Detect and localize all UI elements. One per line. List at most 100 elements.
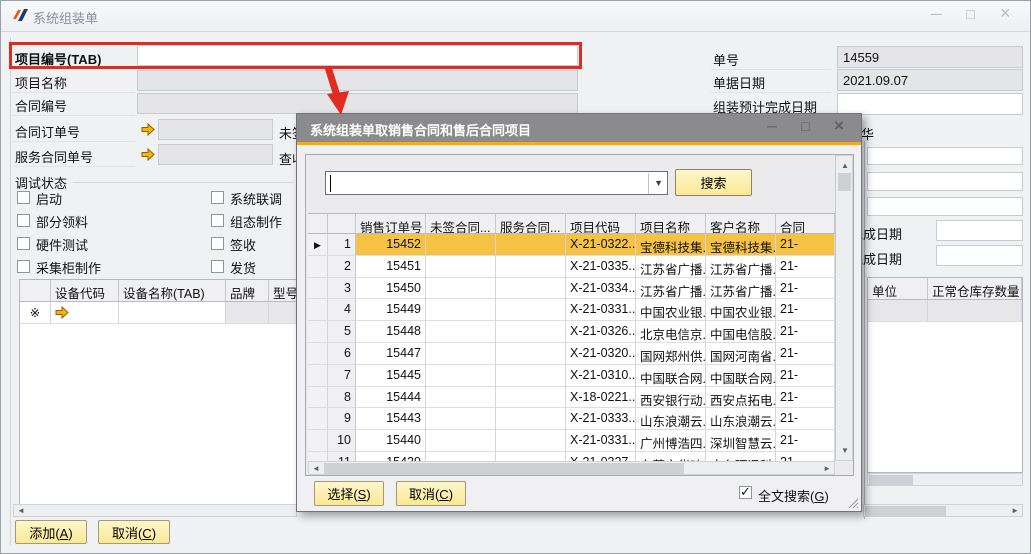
close-icon[interactable]: × — [1000, 3, 1011, 24]
add-button[interactable]: 添加(A) — [15, 520, 87, 544]
scrollbar-thumb[interactable] — [324, 463, 684, 474]
row-selector-cell[interactable] — [308, 278, 328, 300]
results-grid-cell[interactable]: 广州博浩四... — [636, 430, 706, 452]
status-checkbox[interactable] — [211, 260, 224, 273]
results-grid-cell[interactable]: 西安银行动... — [636, 387, 706, 409]
results-grid-cell[interactable]: 5 — [328, 321, 356, 343]
results-grid-cell[interactable] — [496, 365, 566, 387]
scrollbar-thumb[interactable] — [865, 506, 946, 516]
results-grid-cell[interactable]: 21- — [776, 430, 835, 452]
results-grid-cell[interactable] — [496, 387, 566, 409]
row-selector-cell[interactable] — [308, 387, 328, 409]
scroll-up-icon[interactable]: ▲ — [841, 160, 849, 172]
results-grid-cell[interactable]: 21- — [776, 343, 835, 365]
results-grid-cell[interactable]: 中国联合网... — [706, 365, 776, 387]
results-grid-cell[interactable]: 北京电信京... — [636, 321, 706, 343]
results-grid-cell[interactable] — [426, 408, 496, 430]
right-field-3[interactable] — [867, 197, 1023, 216]
results-grid-cell[interactable]: 中国农业银... — [636, 299, 706, 321]
status-checkbox[interactable] — [17, 260, 30, 273]
main-horizontal-scrollbar[interactable]: ◄ — [13, 504, 297, 517]
status-checkbox[interactable] — [17, 191, 30, 204]
results-grid-cell[interactable]: 15445 — [356, 365, 426, 387]
assembly-date-input[interactable] — [837, 93, 1023, 115]
results-grid-cell[interactable] — [496, 343, 566, 365]
results-grid-cell[interactable]: 15448 — [356, 321, 426, 343]
results-grid-cell[interactable]: 山东浪潮云... — [636, 408, 706, 430]
results-grid-cell[interactable]: 国网郑州供... — [636, 343, 706, 365]
results-vertical-scrollbar[interactable]: ▲ ▼ — [835, 155, 853, 461]
results-grid-cell[interactable]: 15440 — [356, 430, 426, 452]
results-grid-cell[interactable]: 21- — [776, 278, 835, 300]
search-button[interactable]: 搜索 — [675, 169, 752, 196]
fulltext-search-checkbox[interactable]: ✓ — [739, 486, 752, 499]
results-grid-cell[interactable]: 国网河南省... — [706, 343, 776, 365]
select-button[interactable]: 选择(S) — [314, 481, 384, 506]
results-grid-cell[interactable]: 21- — [776, 256, 835, 278]
results-grid-cell[interactable] — [426, 256, 496, 278]
link-arrow-icon[interactable] — [141, 123, 155, 136]
results-grid-cell[interactable] — [496, 278, 566, 300]
results-grid-cell[interactable] — [426, 387, 496, 409]
results-grid-cell[interactable] — [496, 234, 566, 256]
scroll-left-icon[interactable]: ◄ — [17, 505, 25, 517]
right-field-1[interactable] — [867, 147, 1023, 165]
results-grid-cell[interactable]: 21- — [776, 321, 835, 343]
results-grid-cell[interactable] — [426, 278, 496, 300]
results-grid-cell[interactable]: 15444 — [356, 387, 426, 409]
combo-dropdown-icon[interactable]: ▼ — [654, 178, 663, 188]
results-grid-cell[interactable] — [496, 321, 566, 343]
maximize-icon[interactable]: □ — [966, 6, 975, 23]
resize-grip-icon[interactable] — [848, 498, 859, 509]
main-horizontal-scrollbar-right[interactable]: ► — [863, 504, 1023, 517]
results-grid-cell[interactable]: 8 — [328, 387, 356, 409]
results-grid-cell[interactable]: 15450 — [356, 278, 426, 300]
row-selector-cell[interactable] — [308, 256, 328, 278]
results-grid-cell[interactable] — [426, 430, 496, 452]
results-grid-cell[interactable]: 6 — [328, 343, 356, 365]
scrollbar-thumb[interactable] — [869, 475, 913, 485]
results-grid-cell[interactable] — [496, 299, 566, 321]
status-checkbox[interactable] — [17, 214, 30, 227]
results-horizontal-scrollbar[interactable]: ◄ ► — [308, 461, 835, 475]
finish-date-input-2[interactable] — [936, 245, 1023, 266]
minimize-icon[interactable]: ─ — [931, 6, 942, 23]
status-checkbox[interactable] — [211, 214, 224, 227]
results-grid-cell[interactable]: 21- — [776, 299, 835, 321]
results-grid-cell[interactable]: 山东浪潮云... — [706, 408, 776, 430]
results-grid-cell[interactable]: 江苏省广播... — [706, 278, 776, 300]
equipment-grid-cell[interactable] — [51, 302, 119, 324]
results-grid-cell[interactable]: X-21-0331... — [566, 430, 636, 452]
stock-grid-scrollbar[interactable] — [867, 473, 1023, 486]
results-grid-cell[interactable]: X-21-0326... — [566, 321, 636, 343]
results-grid-cell[interactable]: 1 — [328, 234, 356, 256]
results-grid-cell[interactable]: 江苏省广播... — [636, 278, 706, 300]
finish-date-input-1[interactable] — [936, 220, 1023, 241]
row-selector-cell[interactable] — [308, 343, 328, 365]
results-grid-cell[interactable] — [426, 343, 496, 365]
dialog-minimize-icon[interactable]: ─ — [767, 118, 777, 134]
results-grid-cell[interactable]: 2 — [328, 256, 356, 278]
row-selector-cell[interactable] — [308, 321, 328, 343]
row-selector-cell[interactable] — [308, 299, 328, 321]
results-grid-cell[interactable]: 21- — [776, 234, 835, 256]
scroll-left-icon[interactable]: ◄ — [312, 463, 320, 475]
results-grid-cell[interactable]: X-18-0221... — [566, 387, 636, 409]
results-grid-cell[interactable] — [496, 430, 566, 452]
scroll-down-icon[interactable]: ▼ — [841, 445, 849, 457]
row-selector-cell[interactable] — [308, 365, 328, 387]
results-grid-cell[interactable]: 15451 — [356, 256, 426, 278]
results-grid-cell[interactable]: X-21-0320... — [566, 343, 636, 365]
results-grid-cell[interactable]: 21- — [776, 387, 835, 409]
results-grid-cell[interactable] — [426, 299, 496, 321]
results-grid-cell[interactable]: 15443 — [356, 408, 426, 430]
status-checkbox[interactable] — [211, 191, 224, 204]
dialog-cancel-button[interactable]: 取消(C) — [396, 481, 466, 506]
scroll-right-icon[interactable]: ► — [823, 463, 831, 475]
results-grid-cell[interactable]: 宝德科技集... — [636, 234, 706, 256]
results-grid-cell[interactable] — [426, 365, 496, 387]
results-grid-cell[interactable]: X-21-0334... — [566, 278, 636, 300]
results-grid-cell[interactable]: 江苏省广播... — [706, 256, 776, 278]
results-grid-cell[interactable]: X-21-0310... — [566, 365, 636, 387]
results-grid-cell[interactable]: X-21-0322... — [566, 234, 636, 256]
